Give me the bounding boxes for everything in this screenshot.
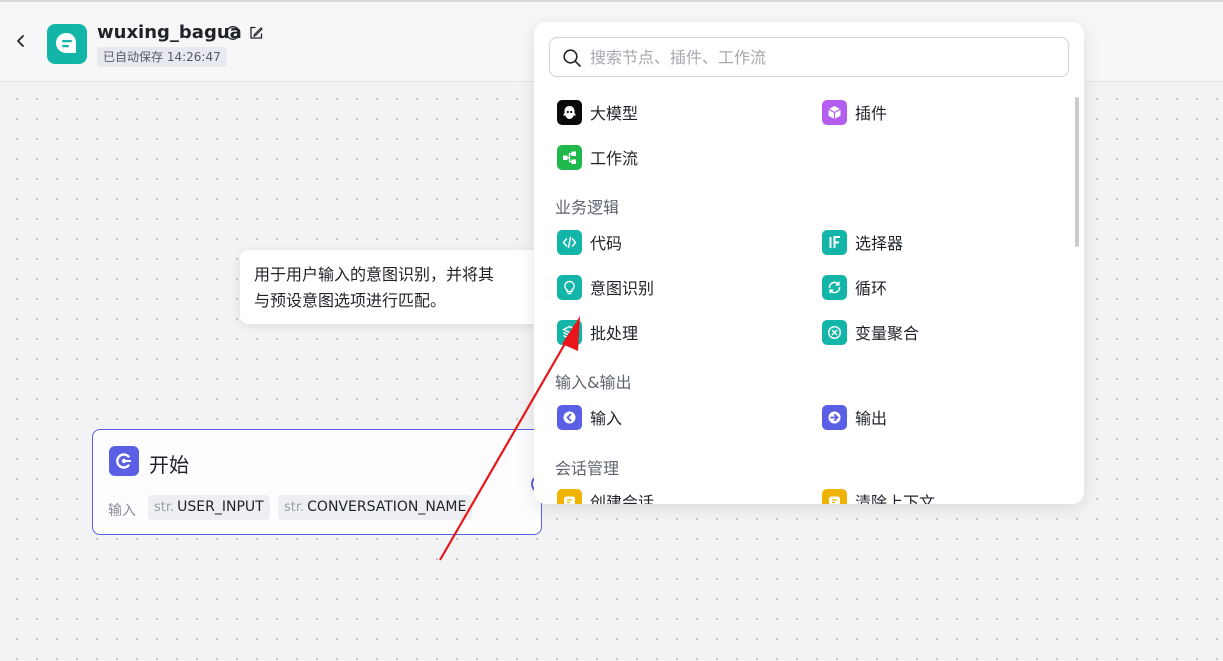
- input-icon: [557, 404, 582, 430]
- search-icon: [563, 49, 581, 67]
- node-item-label: 清除上下文: [855, 493, 936, 504]
- node-item-label: 批处理: [590, 324, 639, 343]
- workflow-icon: [557, 144, 582, 170]
- search-box[interactable]: [549, 37, 1069, 77]
- node-item-input[interactable]: 输入: [557, 403, 622, 431]
- variable-tag: str. USER_INPUT: [148, 495, 270, 520]
- if-icon: [822, 229, 847, 255]
- scrollbar-thumb[interactable]: [1075, 97, 1079, 247]
- chevron-left-icon: [17, 35, 24, 47]
- output-icon: [822, 404, 847, 430]
- app-avatar: [47, 24, 87, 64]
- node-item-label: 代码: [590, 234, 623, 253]
- llm-icon: [557, 99, 582, 125]
- variable-name: USER_INPUT: [177, 499, 264, 515]
- node-item-label: 插件: [855, 104, 888, 123]
- code-icon: [557, 229, 582, 255]
- node-item-label: 循环: [855, 279, 888, 298]
- intent-icon: [557, 274, 582, 300]
- node-item-workflow[interactable]: 工作流: [557, 143, 638, 171]
- node-item-code[interactable]: 代码: [557, 228, 622, 256]
- node-item-label: 变量聚合: [855, 324, 920, 343]
- node-item-label: 工作流: [590, 149, 639, 168]
- node-item-create-conversation[interactable]: 创建会话: [557, 487, 654, 504]
- node-item-plugin[interactable]: 插件: [822, 98, 887, 126]
- node-item-label: 大模型: [590, 104, 639, 123]
- variable-merge-icon: [822, 319, 847, 345]
- node-item-label: 创建会话: [590, 493, 655, 504]
- section-title-input-output: 输入&输出: [555, 373, 632, 392]
- node-item-variable-merge[interactable]: 变量聚合: [822, 318, 919, 346]
- variable-type: str.: [154, 500, 175, 515]
- chat-bubble-icon: [56, 33, 76, 53]
- batch-icon: [557, 319, 582, 345]
- node-item-label: 意图识别: [590, 279, 655, 298]
- tooltip-text-line: 用于用户输入的意图识别，并将其: [254, 265, 495, 284]
- node-item-llm[interactable]: 大模型: [557, 98, 638, 126]
- node-item-loop[interactable]: 循环: [822, 273, 887, 301]
- node-item-batch[interactable]: 批处理: [557, 318, 638, 346]
- autosave-badge: 已自动保存 14:26:47: [97, 47, 227, 67]
- start-node-title: 开始: [149, 453, 189, 477]
- node-picker-panel: 大模型 插件 工作流 业务逻辑 代码: [534, 22, 1084, 504]
- variable-name: CONVERSATION_NAME: [307, 499, 467, 515]
- start-node-inputs-label: 输入: [108, 503, 136, 519]
- section-title-conversation-management: 会话管理: [555, 459, 620, 478]
- start-node-icon: [109, 446, 139, 476]
- node-item-selector[interactable]: 选择器: [822, 228, 903, 256]
- node-item-clear-context[interactable]: 清除上下文: [822, 487, 935, 504]
- loop-icon: [822, 274, 847, 300]
- variable-tag: str. CONVERSATION_NAME: [278, 495, 473, 520]
- info-icon[interactable]: [225, 25, 241, 41]
- create-conversation-icon: [557, 488, 582, 504]
- start-node[interactable]: 开始 输入 str. USER_INPUT str. CONVERSATION_NA…: [92, 429, 542, 535]
- tooltip-text-line: 与预设意图选项进行匹配。: [254, 291, 447, 310]
- node-item-label: 选择器: [855, 234, 904, 253]
- section-title-business-logic: 业务逻辑: [555, 198, 620, 217]
- node-item-label: 输入: [590, 409, 623, 428]
- app-title: wuxing_bagua: [97, 22, 242, 43]
- node-item-label: 输出: [855, 409, 888, 428]
- plugin-icon: [822, 99, 847, 125]
- variable-type: str.: [284, 500, 305, 515]
- node-item-output[interactable]: 输出: [822, 403, 887, 431]
- node-description-tooltip: 用于用户输入的意图识别，并将其 与预设意图选项进行匹配。: [240, 250, 540, 324]
- back-button[interactable]: [12, 30, 30, 52]
- search-input[interactable]: [590, 44, 1060, 70]
- clear-context-icon: [822, 488, 847, 504]
- node-item-intent-recognition[interactable]: 意图识别: [557, 273, 654, 301]
- edit-icon[interactable]: [248, 25, 264, 41]
